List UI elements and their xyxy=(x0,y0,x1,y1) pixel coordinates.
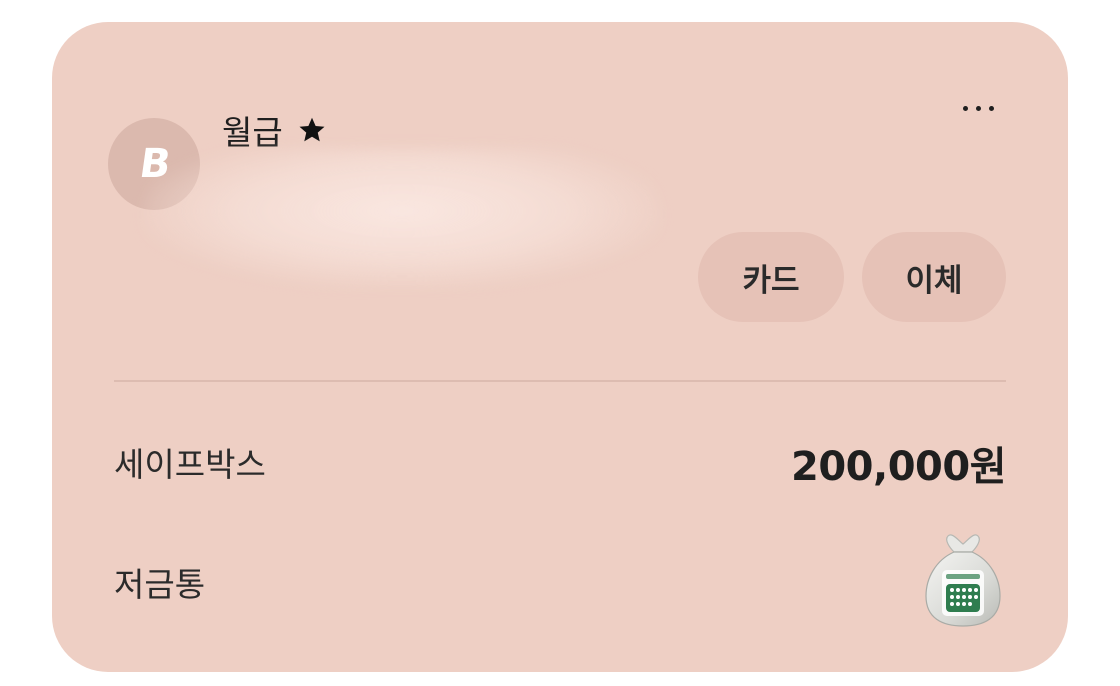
star-icon[interactable] xyxy=(297,115,327,145)
more-dot xyxy=(988,105,994,111)
more-dot xyxy=(962,105,968,111)
redacted-account-number xyxy=(142,148,662,288)
account-name: 월급 xyxy=(222,113,283,152)
more-dot xyxy=(975,105,981,111)
safebox-amount: 200,000원 xyxy=(791,444,1007,490)
savings-bag-icon[interactable] xyxy=(918,530,1008,630)
divider xyxy=(114,380,1006,382)
account-card[interactable]: B 월급 카드 이체 세이프박스 200,000원 저금통 xyxy=(52,22,1068,672)
more-options-button[interactable] xyxy=(954,94,1002,122)
safebox-label[interactable]: 세이프박스 xyxy=(114,438,266,486)
account-title-row: 월급 xyxy=(222,108,327,152)
piggy-bank-label[interactable]: 저금통 xyxy=(114,558,205,606)
transfer-button[interactable]: 이체 xyxy=(862,232,1006,322)
card-button[interactable]: 카드 xyxy=(698,232,844,322)
